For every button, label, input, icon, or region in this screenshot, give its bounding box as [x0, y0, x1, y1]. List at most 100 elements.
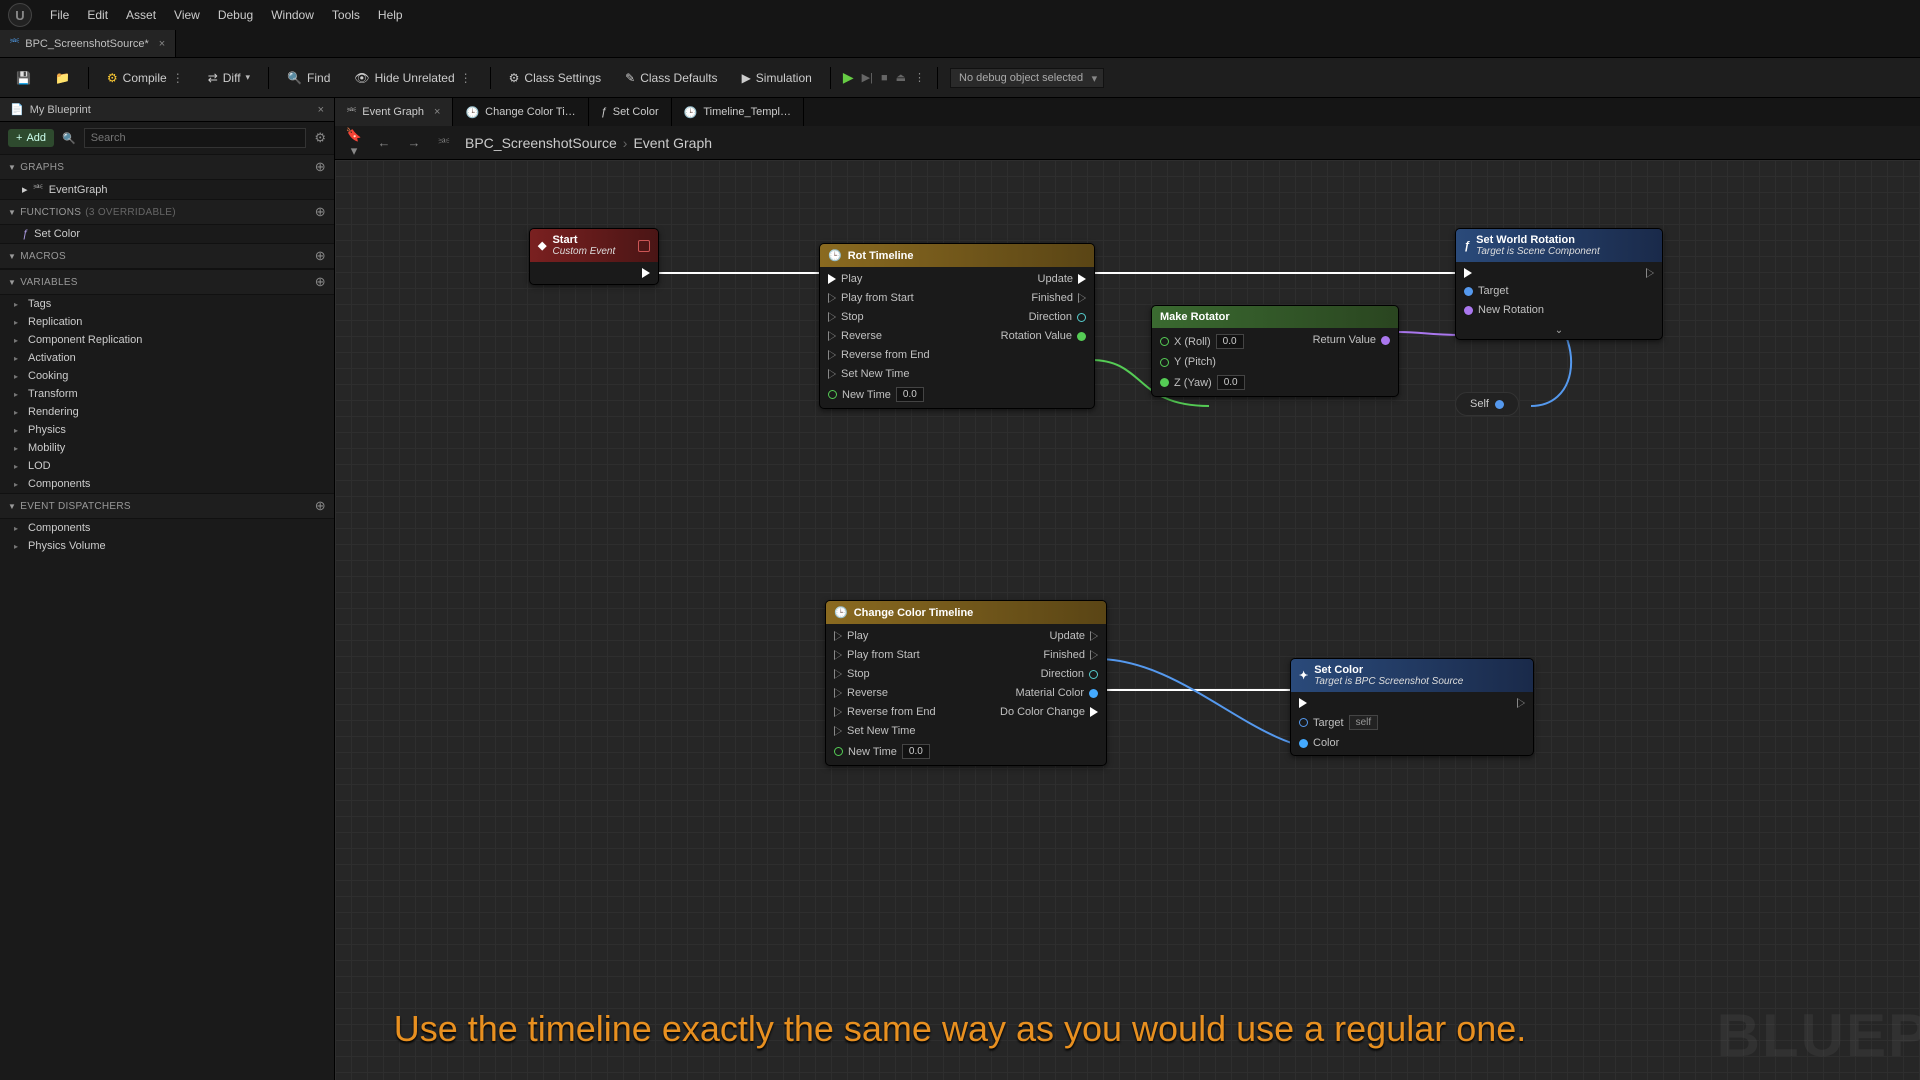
- pin-finished[interactable]: Finished: [1043, 649, 1098, 661]
- tab-set-color[interactable]: ƒSet Color: [589, 98, 672, 126]
- section-macros[interactable]: ▼MACROS⊕: [0, 243, 334, 269]
- nav-back[interactable]: ←: [375, 135, 393, 150]
- pin-play[interactable]: Play: [834, 630, 936, 642]
- simulation-button[interactable]: ▶Simulation: [736, 67, 818, 89]
- pin-play-from-start[interactable]: Play from Start: [828, 292, 930, 304]
- tree-setcolor[interactable]: ƒSet Color: [0, 225, 334, 243]
- exec-out-pin[interactable]: [1517, 698, 1525, 708]
- pin-reverse-end[interactable]: Reverse from End: [828, 349, 930, 361]
- var-item[interactable]: ▸Physics: [0, 421, 334, 439]
- pin-rotation-value[interactable]: Rotation Value: [1001, 330, 1086, 342]
- var-item[interactable]: ▸Replication: [0, 313, 334, 331]
- pin-z-yaw[interactable]: Z (Yaw)0.0: [1160, 375, 1245, 390]
- menu-asset[interactable]: Asset: [126, 8, 156, 22]
- panel-tab[interactable]: 📄 My Blueprint ×: [0, 98, 334, 122]
- close-icon[interactable]: ×: [159, 38, 165, 50]
- menu-debug[interactable]: Debug: [218, 8, 253, 22]
- pin-new-rotation[interactable]: New Rotation: [1464, 304, 1544, 316]
- pin-stop[interactable]: Stop: [834, 668, 936, 680]
- pin-direction[interactable]: Direction: [1029, 311, 1086, 323]
- class-settings-button[interactable]: ⚙Class Settings: [503, 67, 607, 89]
- var-item[interactable]: ▸Tags: [0, 295, 334, 313]
- pin-new-time[interactable]: New Time0.0: [834, 744, 936, 759]
- menu-edit[interactable]: Edit: [87, 8, 108, 22]
- bookmark-icon[interactable]: 🔖▾: [345, 127, 363, 159]
- section-variables[interactable]: ▼VARIABLES⊕: [0, 269, 334, 295]
- menu-view[interactable]: View: [174, 8, 200, 22]
- graph-canvas[interactable]: ◆ Start Custom Event 🕒Rot Timeline Play …: [335, 160, 1920, 1080]
- pin-color[interactable]: Color: [1299, 737, 1378, 749]
- search-input[interactable]: [84, 128, 307, 148]
- tab-change-color[interactable]: 🕒Change Color Ti…: [453, 98, 588, 126]
- menu-tools[interactable]: Tools: [332, 8, 360, 22]
- file-tab[interactable]: ⎃ BPC_ScreenshotSource* ×: [0, 30, 176, 57]
- chevron-down-icon[interactable]: ⌄: [1456, 322, 1662, 339]
- pin-target[interactable]: Targetself: [1299, 715, 1378, 730]
- pin-set-new-time[interactable]: Set New Time: [828, 368, 930, 380]
- tab-event-graph[interactable]: ⎃Event Graph×: [335, 98, 453, 126]
- class-defaults-button[interactable]: ✎Class Defaults: [619, 67, 723, 89]
- dispatcher-item[interactable]: ▸Components: [0, 519, 334, 537]
- menu-window[interactable]: Window: [271, 8, 314, 22]
- gear-icon[interactable]: ⚙: [314, 130, 326, 146]
- delegate-pin[interactable]: [638, 240, 650, 252]
- var-item[interactable]: ▸Rendering: [0, 403, 334, 421]
- section-graphs[interactable]: ▼GRAPHS⊕: [0, 154, 334, 180]
- pin-play[interactable]: Play: [828, 273, 930, 285]
- pin-update[interactable]: Update: [1038, 273, 1086, 285]
- pin-reverse[interactable]: Reverse: [828, 330, 930, 342]
- pin-update[interactable]: Update: [1050, 630, 1098, 642]
- var-item[interactable]: ▸Mobility: [0, 439, 334, 457]
- var-item[interactable]: ▸Activation: [0, 349, 334, 367]
- pin-reverse[interactable]: Reverse: [834, 687, 936, 699]
- pin-stop[interactable]: Stop: [828, 311, 930, 323]
- exec-in-pin[interactable]: [1299, 698, 1378, 708]
- hide-unrelated-button[interactable]: 👁Hide Unrelated⋮: [348, 67, 477, 89]
- browse-button[interactable]: 📁: [49, 67, 76, 89]
- pin-target[interactable]: Target: [1464, 285, 1544, 297]
- play-button[interactable]: ▶: [843, 69, 854, 86]
- var-item[interactable]: ▸Components: [0, 475, 334, 493]
- pin-return-value[interactable]: Return Value: [1313, 334, 1390, 346]
- tab-timeline-templ[interactable]: 🕒Timeline_Templ…: [672, 98, 804, 126]
- exec-out-pin[interactable]: [642, 268, 650, 278]
- var-item[interactable]: ▸Component Replication: [0, 331, 334, 349]
- crumb-bp[interactable]: BPC_ScreenshotSource: [465, 135, 617, 151]
- pin-play-from-start[interactable]: Play from Start: [834, 649, 936, 661]
- compile-button[interactable]: ⚙Compile⋮: [101, 67, 190, 89]
- pin-do-color-change[interactable]: Do Color Change: [1000, 706, 1098, 718]
- pin-x-roll[interactable]: X (Roll)0.0: [1160, 334, 1245, 349]
- save-button[interactable]: 💾: [10, 67, 37, 89]
- menu-file[interactable]: File: [50, 8, 69, 22]
- var-item[interactable]: ▸Cooking: [0, 367, 334, 385]
- debug-object-select[interactable]: No debug object selected: [950, 68, 1104, 88]
- node-make-rotator[interactable]: Make Rotator X (Roll)0.0 Y (Pitch) Z (Ya…: [1151, 305, 1399, 397]
- pin-material-color[interactable]: Material Color: [1016, 687, 1098, 699]
- close-icon[interactable]: ×: [318, 104, 324, 116]
- pin-direction[interactable]: Direction: [1041, 668, 1098, 680]
- node-rot-timeline[interactable]: 🕒Rot Timeline Play Play from Start Stop …: [819, 243, 1095, 409]
- exec-in-pin[interactable]: [1464, 268, 1544, 278]
- node-set-color[interactable]: ✦ Set ColorTarget is BPC Screenshot Sour…: [1290, 658, 1534, 756]
- node-set-world-rotation[interactable]: ƒ Set World RotationTarget is Scene Comp…: [1455, 228, 1663, 340]
- pin-new-time[interactable]: New Time0.0: [828, 387, 930, 402]
- pin-set-new-time[interactable]: Set New Time: [834, 725, 936, 737]
- node-change-color-timeline[interactable]: 🕒Change Color Timeline Play Play from St…: [825, 600, 1107, 766]
- crumb-graph[interactable]: Event Graph: [633, 135, 712, 151]
- menu-help[interactable]: Help: [378, 8, 403, 22]
- node-start[interactable]: ◆ Start Custom Event: [529, 228, 659, 285]
- pin-finished[interactable]: Finished: [1031, 292, 1086, 304]
- section-dispatchers[interactable]: ▼EVENT DISPATCHERS⊕: [0, 493, 334, 519]
- pin-y-pitch[interactable]: Y (Pitch): [1160, 356, 1245, 368]
- add-button[interactable]: +Add: [8, 129, 54, 147]
- pin-reverse-end[interactable]: Reverse from End: [834, 706, 936, 718]
- var-item[interactable]: ▸LOD: [0, 457, 334, 475]
- section-functions[interactable]: ▼FUNCTIONS(3 OVERRIDABLE)⊕: [0, 199, 334, 225]
- find-button[interactable]: 🔍Find: [281, 67, 336, 89]
- stop-button[interactable]: ■: [881, 72, 888, 84]
- var-item[interactable]: ▸Transform: [0, 385, 334, 403]
- nav-forward[interactable]: →: [405, 135, 423, 150]
- tree-eventgraph[interactable]: ▸⎃EventGraph: [0, 180, 334, 199]
- play-options[interactable]: ⋮: [914, 71, 925, 84]
- eject-button[interactable]: ⏏: [896, 71, 906, 84]
